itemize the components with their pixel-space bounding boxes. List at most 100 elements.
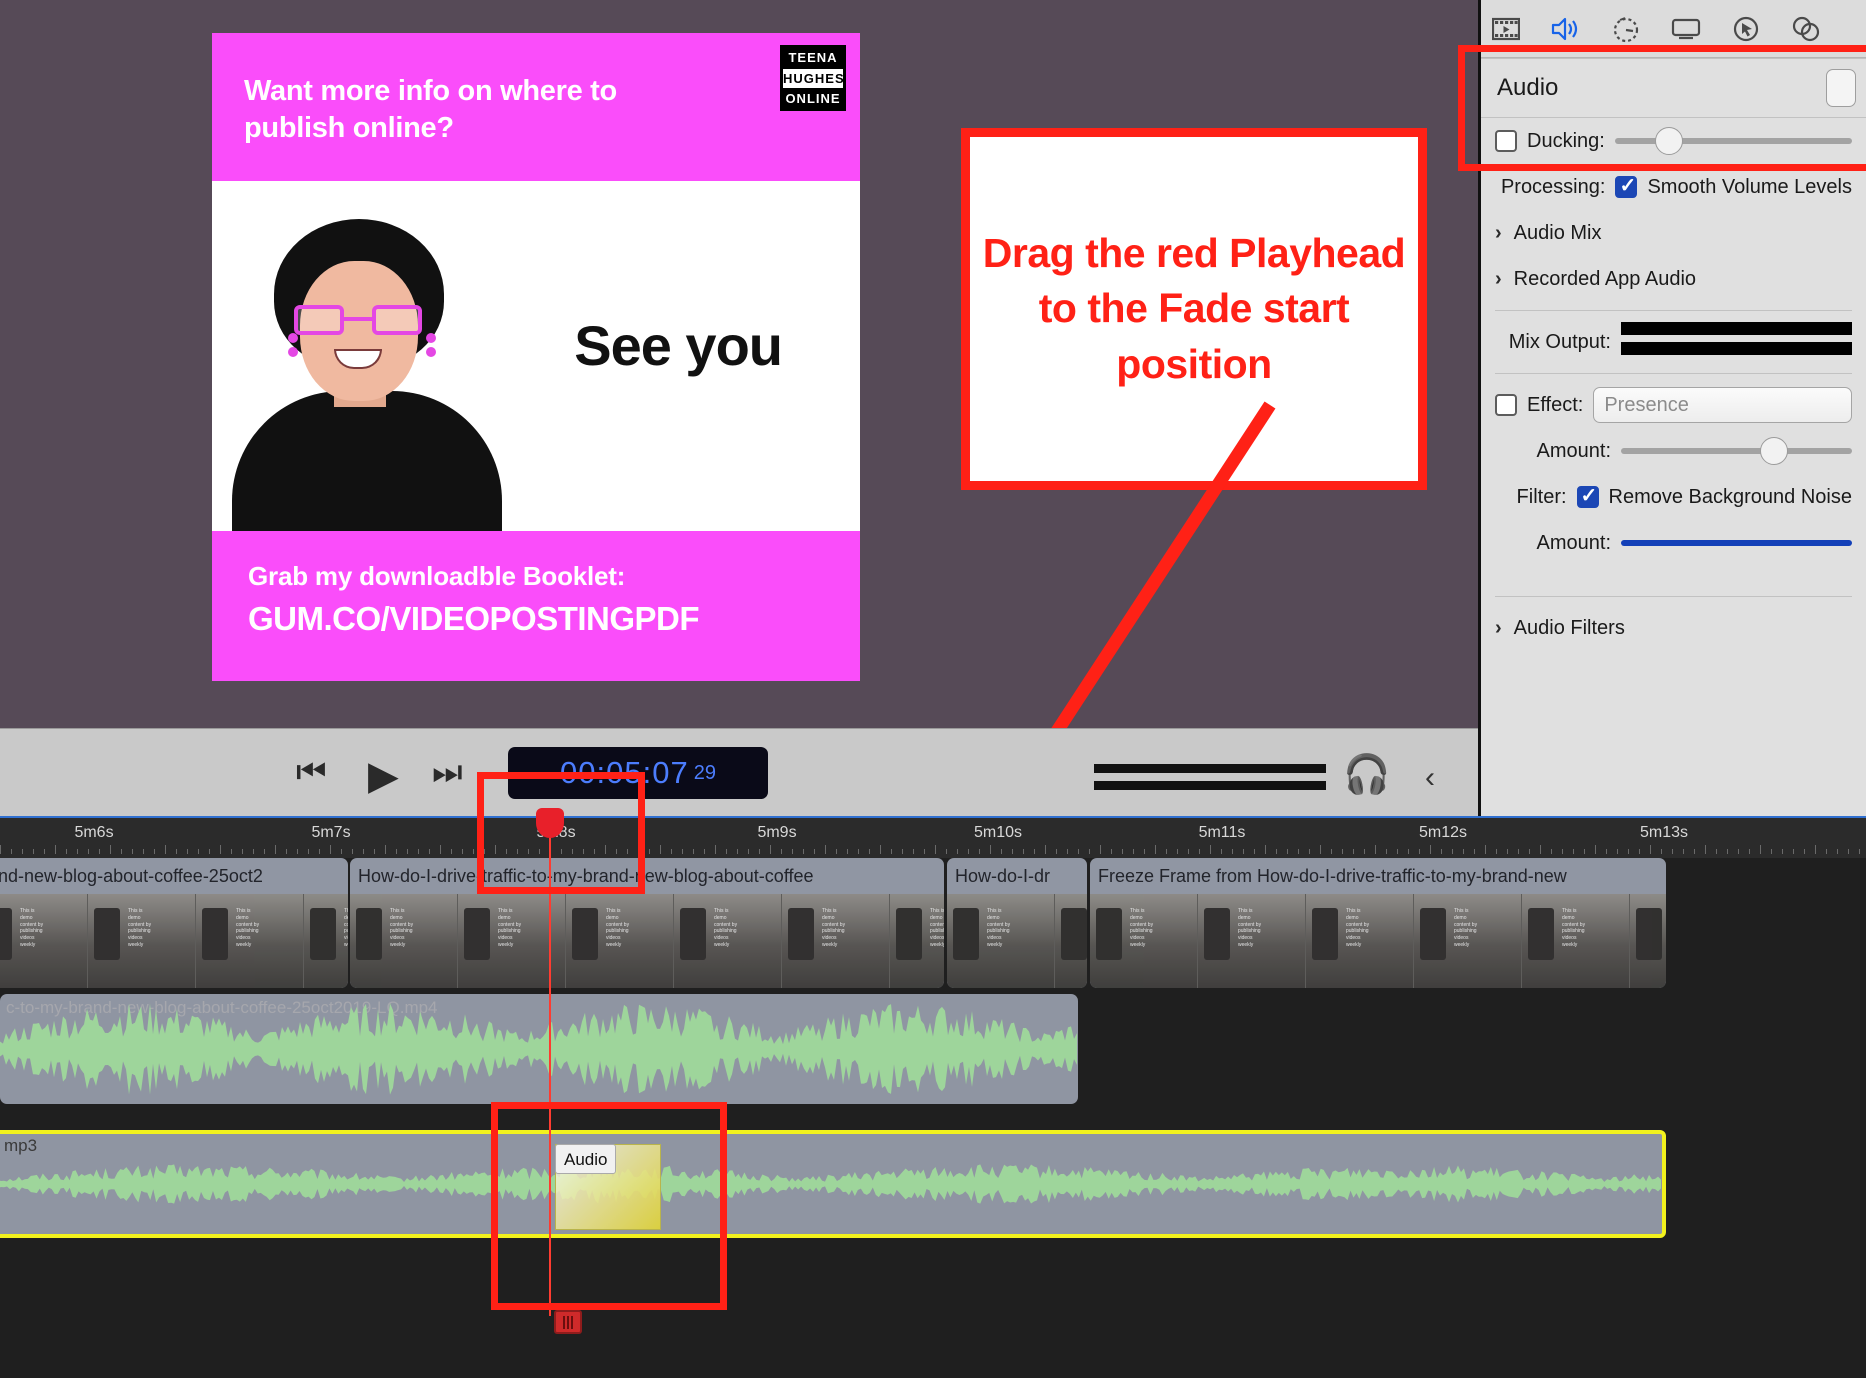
ruler-label-0: 5m6s <box>74 824 114 841</box>
playhead-foot-grip-2 <box>567 1315 569 1329</box>
divider-1 <box>1495 310 1852 311</box>
video-clip-1-filmstrip: This is demo content by publishing videos wee… <box>0 894 348 988</box>
audio-clip-music-mp3[interactable]: mp3 Audio <box>0 1130 1666 1238</box>
video-clip-4[interactable]: Freeze Frame from How-do-I-drive-traffic… <box>1090 858 1666 988</box>
processing-row: Processing: Smooth Volume Levels <box>1481 164 1866 210</box>
playhead-handle[interactable] <box>536 808 564 838</box>
audio-mix-disclosure[interactable]: › Audio Mix <box>1481 210 1866 256</box>
avatar-earring-right <box>426 333 436 343</box>
filter-amount-row: Amount: <box>1481 520 1866 566</box>
ducking-slider-knob[interactable] <box>1655 127 1684 155</box>
mix-output-row: Mix Output: <box>1481 319 1866 365</box>
monitor-icon[interactable] <box>1669 14 1703 44</box>
avatar-earring-left <box>288 333 298 343</box>
play-icon[interactable]: ▶ <box>368 753 399 799</box>
video-clip-2[interactable]: How-do-I-drive-traffic-to-my-brand-new-b… <box>350 858 944 988</box>
mix-output-meter <box>1621 322 1852 362</box>
headphones-icon[interactable]: 🎧 <box>1343 756 1390 794</box>
teena-hughes-online-logo: TEENA HUGHES ONLINE <box>780 45 846 111</box>
remove-background-noise-checkbox[interactable] <box>1576 483 1599 508</box>
smooth-volume-checkbox[interactable] <box>1615 173 1638 198</box>
audio-filters-disclosure[interactable]: › Audio Filters <box>1481 605 1866 651</box>
skip-forward-icon[interactable]: ⏭ <box>432 753 463 792</box>
slide-bottom-band: Grab my downloadble Booklet: GUM.CO/VIDE… <box>212 531 860 681</box>
inspector-body: Audio Ducking: Processing: Smooth Volume… <box>1481 58 1866 816</box>
skip-back-icon[interactable]: ⏮ <box>296 753 327 792</box>
video-track[interactable]: and-new-blog-about-coffee-25oct2 This is… <box>0 858 1866 988</box>
video-clip-1[interactable]: and-new-blog-about-coffee-25oct2 This is… <box>0 858 348 988</box>
inspector-title: Audio <box>1497 74 1559 101</box>
viewer-area: Want more info on where to publish onlin… <box>0 0 1478 810</box>
playhead-foot-handle[interactable] <box>554 1310 582 1334</box>
effect-select[interactable]: Presence <box>1593 387 1852 423</box>
effect-row: Effect: Presence <box>1481 382 1866 428</box>
logo-line-3: ONLINE <box>783 89 843 108</box>
ruler-label-3: 5m9s <box>757 824 797 841</box>
audio-clip-video-audio[interactable]: c-to-my-brand-new-blog-about-coffee-25oc… <box>0 994 1078 1104</box>
ruler-label-6: 5m12s <box>1418 824 1468 841</box>
filter-amount-label: Amount: <box>1536 531 1611 554</box>
stopwatch-icon[interactable] <box>1609 14 1643 44</box>
effect-amount-slider[interactable] <box>1621 437 1852 465</box>
timeline-ruler[interactable]: 5m6s 5m7s 5m8s 5m9s 5m10s 5m11s 5m12s 5m… <box>0 816 1866 858</box>
inspector-title-row: Audio <box>1481 58 1866 118</box>
ruler-label-4: 5m10s <box>973 824 1023 841</box>
chevron-right-icon: › <box>1495 221 1502 244</box>
audio-mix-label: Audio Mix <box>1513 221 1602 244</box>
recorded-app-audio-disclosure[interactable]: › Recorded App Audio <box>1481 256 1866 302</box>
remove-background-noise-label: Remove Background Noise <box>1608 485 1852 508</box>
avatar-lens-right <box>372 305 422 335</box>
smooth-volume-label: Smooth Volume Levels <box>1647 175 1852 198</box>
two-circles-icon[interactable] <box>1789 14 1823 44</box>
video-clip-3-title: How-do-I-dr <box>955 866 1051 886</box>
audio-filters-label: Audio Filters <box>1513 616 1625 639</box>
timecode-value: 00:05:07 <box>560 755 689 790</box>
mix-output-bar-2 <box>1621 342 1852 355</box>
film-strip-icon[interactable] <box>1489 14 1523 44</box>
chevron-left-icon[interactable]: ‹ <box>1425 761 1435 795</box>
audio-level-meter-bar-1 <box>1094 764 1326 773</box>
slide-footer-line-1: Grab my downloadble Booklet: <box>248 561 626 591</box>
timecode-display[interactable]: 00:05:07 29 <box>508 747 768 799</box>
divider-2 <box>1495 373 1852 374</box>
playhead-foot-grip-1 <box>563 1315 565 1329</box>
playhead-line[interactable] <box>549 816 551 1316</box>
ducking-slider[interactable] <box>1614 127 1852 155</box>
video-clip-4-filmstrip: This is demo content by publishing videos wee… <box>1090 894 1666 988</box>
video-clip-2-filmstrip: This is demo content by publishing videos wee… <box>350 894 944 988</box>
mix-output-bar-1 <box>1621 322 1852 335</box>
volume-pill-control[interactable] <box>1826 69 1856 107</box>
avatar-glasses-bridge <box>344 317 372 321</box>
ducking-row: Ducking: <box>1481 118 1866 164</box>
timecode-frames: 29 <box>693 761 716 784</box>
pointer-circle-icon[interactable] <box>1729 14 1763 44</box>
video-preview-slide: Want more info on where to publish onlin… <box>212 33 860 681</box>
avatar-illustration <box>226 201 516 531</box>
video-clip-4-title: Freeze Frame from How-do-I-drive-traffic… <box>1098 866 1567 886</box>
slide-center-text: See you <box>574 314 783 377</box>
divider-3 <box>1495 596 1852 597</box>
video-clip-2-title: How-do-I-drive-traffic-to-my-brand-new-b… <box>358 866 814 886</box>
ducking-checkbox[interactable] <box>1495 130 1517 152</box>
ruler-label-7: 5m13s <box>1639 824 1689 841</box>
audio-level-meter-bar-2 <box>1094 781 1326 790</box>
audio-fade-label: Audio <box>555 1144 617 1174</box>
chevron-right-icon: › <box>1495 616 1502 639</box>
effect-amount-knob[interactable] <box>1759 437 1788 465</box>
ruler-label-1: 5m7s <box>311 824 351 841</box>
inspector-tab-bar <box>1481 0 1866 58</box>
speaker-icon[interactable] <box>1549 14 1583 44</box>
timeline: 5m6s 5m7s 5m8s 5m9s 5m10s 5m11s 5m12s 5m… <box>0 808 1866 1378</box>
effect-amount-row: Amount: <box>1481 428 1866 474</box>
instruction-callout: Drag the red Playhead to the Fade start … <box>961 128 1427 490</box>
video-clip-3-filmstrip: This is demo content by publishing videos wee… <box>947 894 1087 988</box>
effect-checkbox[interactable] <box>1495 394 1517 416</box>
filter-amount-track <box>1621 540 1852 546</box>
avatar-earring-left-2 <box>288 347 298 357</box>
processing-label: Processing: <box>1500 175 1606 198</box>
filter-amount-slider[interactable] <box>1621 532 1852 554</box>
filter-label: Filter: <box>1516 485 1567 508</box>
avatar-body <box>232 391 502 531</box>
instruction-callout-text: Drag the red Playhead to the Fade start … <box>982 229 1406 387</box>
video-clip-3[interactable]: How-do-I-dr This is demo content by publish… <box>947 858 1087 988</box>
